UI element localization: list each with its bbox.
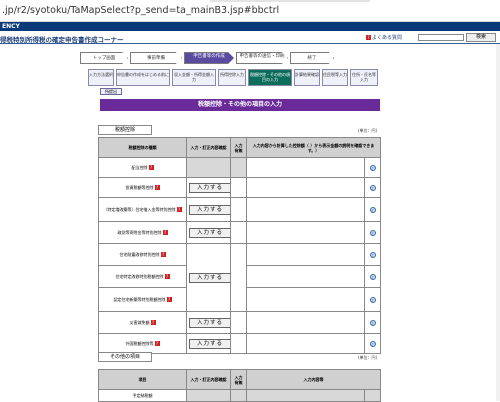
row-name: 災害減免額? — [98, 311, 187, 334]
help-icon[interactable]: ♪ — [369, 273, 376, 280]
help-icon[interactable]: ♪ — [369, 164, 376, 171]
tax-credit-label: 税額控除 — [98, 125, 152, 135]
row-name: 予定納税額 — [98, 389, 187, 402]
col-confirm: 入力・訂正内容確認 — [186, 369, 231, 390]
row-name: 政党等寄附金等特別控除? — [98, 221, 187, 244]
help-icon[interactable]: ♪ — [369, 296, 376, 303]
step-end[interactable]: 終了 — [290, 52, 334, 64]
substep-deduction[interactable]: 所得控除入力 — [218, 69, 246, 86]
other-label: その他の項目 — [98, 352, 152, 362]
table-row: （特定増改築等）住宅借入金等特別控除? 入力する ♪ — [98, 197, 381, 222]
help-link[interactable]: ? よくある質問 — [366, 34, 402, 41]
other-table: 項目 入力・訂正内容確認 入力有無 入力内容等 予定納税額 — [98, 369, 381, 402]
step-prep[interactable]: 事前準備 — [130, 52, 182, 64]
amount-cell — [246, 287, 365, 312]
help-icon[interactable]: ♪ — [369, 319, 376, 326]
input-button[interactable]: 入力する — [189, 204, 230, 215]
help-label: よくある質問 — [372, 35, 403, 41]
col-confirm: 入力・訂正内容確認 — [186, 137, 231, 158]
table-row: 災害減免額? 入力する ♪ — [98, 311, 381, 334]
site-band-text: ENCY — [2, 23, 20, 30]
tax-credit-unit: (単位：円) — [358, 128, 378, 133]
table-row: 投資税額等控除? 入力する ♪ — [98, 177, 381, 198]
col-entered: 入力有無 — [230, 137, 247, 158]
help-icon[interactable]: ♪ — [369, 206, 376, 213]
help-icon[interactable]: ♪ — [369, 340, 376, 347]
search-input[interactable] — [418, 34, 464, 41]
row-name: （特定増改築等）住宅借入金等特別控除? — [98, 197, 187, 222]
col-item: 項目 — [98, 369, 187, 390]
step-create[interactable]: 申告書等の作成 — [184, 52, 234, 64]
question-icon[interactable]: ? — [166, 297, 172, 303]
input-button[interactable]: 入力する — [189, 272, 230, 283]
question-icon[interactable]: ? — [154, 341, 160, 347]
amount-cell — [246, 243, 365, 266]
question-icon[interactable]: ? — [176, 207, 182, 213]
row-name: 外国税額控除等? — [98, 333, 187, 354]
question-icon[interactable]: ? — [148, 165, 154, 171]
amount-cell — [246, 311, 365, 334]
step-top[interactable]: トップ画面 — [80, 52, 128, 64]
input-button[interactable]: 入力する — [189, 338, 230, 349]
question-icon[interactable]: ? — [160, 252, 166, 258]
help-icon[interactable]: ♪ — [369, 251, 376, 258]
page-title: 得税特別所得税の確定申告書作成コーナー — [0, 36, 124, 44]
col-entered: 入力有無 — [230, 369, 247, 390]
help-icon[interactable]: ♪ — [369, 229, 376, 236]
row-name: 投資税額等控除? — [98, 177, 187, 198]
submission-link[interactable]: 所提出 — [100, 88, 122, 95]
question-icon[interactable]: ? — [154, 185, 160, 191]
table-row: 配当控除? ♪ — [98, 157, 381, 178]
table-row: 住宅耐震改修特別控除? 入力する ♪ — [98, 243, 381, 312]
substep-before[interactable]: 申告書の作成をはじめる前に — [116, 69, 170, 86]
amount-cell — [246, 157, 365, 178]
help-icon[interactable]: ♪ — [369, 184, 376, 191]
substep-method[interactable]: 入力方法選択 — [88, 69, 114, 86]
other-unit: (単位：円) — [358, 355, 378, 360]
question-icon[interactable]: ? — [164, 274, 170, 280]
section-title: 税額控除・その他の項目の入力 — [100, 99, 380, 111]
question-icon[interactable]: ? — [150, 320, 156, 326]
amount-cell — [246, 265, 365, 288]
row-name: 認定住宅新築等特別税額控除? — [98, 287, 187, 312]
amount-cell — [246, 197, 365, 222]
row-name: 配当控除? — [98, 157, 187, 178]
amount-cell — [246, 177, 365, 198]
input-button[interactable]: 入力する — [189, 182, 230, 193]
site-band: ENCY — [0, 22, 500, 31]
table-row: 予定納税額 — [98, 389, 381, 402]
question-icon[interactable]: ? — [162, 230, 168, 236]
table-row: 外国税額控除等? 入力する ♪ — [98, 333, 381, 354]
search-button[interactable]: 検索 — [466, 33, 496, 42]
step-send[interactable]: 申告書等の送信・印刷 — [236, 52, 288, 64]
substep-nav: 入力方法選択 申告書の作成をはじめる前に 収入金額・所得金額入力 所得控除入力 … — [88, 69, 388, 86]
col-kind: 税額控除の種類 — [98, 137, 187, 158]
col-content: 入力内容等 — [246, 369, 381, 390]
amount-cell — [246, 221, 365, 244]
substep-income[interactable]: 収入金額・所得金額入力 — [172, 69, 216, 86]
step-nav: トップ画面 事前準備 申告書等の作成 申告書等の送信・印刷 終了 — [80, 52, 380, 64]
question-icon: ? — [366, 35, 371, 40]
row-name: 住宅耐震改修特別控除? — [98, 243, 187, 266]
input-button[interactable]: 入力する — [189, 317, 230, 328]
table-row: 政党等寄附金等特別控除? 入力する ♪ — [98, 221, 381, 244]
scrollbar[interactable] — [496, 44, 500, 401]
substep-result[interactable]: 計算結果確認 — [294, 69, 320, 86]
url-text[interactable]: .jp/r2/syotoku/TaMapSelect?p_send=ta_mai… — [2, 5, 279, 16]
substep-tax-credit[interactable]: 税額控除・その他の項目の入力 — [248, 69, 292, 86]
amount-cell — [246, 333, 365, 354]
col-amount: 入力内容から計算した控除額（ ）から表示金額の説明を確認できます。） — [246, 137, 381, 158]
substep-address[interactable]: 住所・氏名等入力 — [350, 69, 378, 86]
substep-resident-tax[interactable]: 住民税等入力 — [322, 69, 348, 86]
row-name: 住宅特定改修特別税額控除? — [98, 265, 187, 288]
address-bar[interactable]: .jp/r2/syotoku/TaMapSelect?p_send=ta_mai… — [0, 0, 500, 22]
input-button[interactable]: 入力する — [189, 227, 230, 238]
tax-credit-table: 税額控除の種類 入力・訂正内容確認 入力有無 入力内容から計算した控除額（ ）か… — [98, 137, 381, 354]
title-strip — [210, 0, 370, 2]
page-header: 得税特別所得税の確定申告書作成コーナー ? よくある質問 検索 — [0, 31, 500, 44]
